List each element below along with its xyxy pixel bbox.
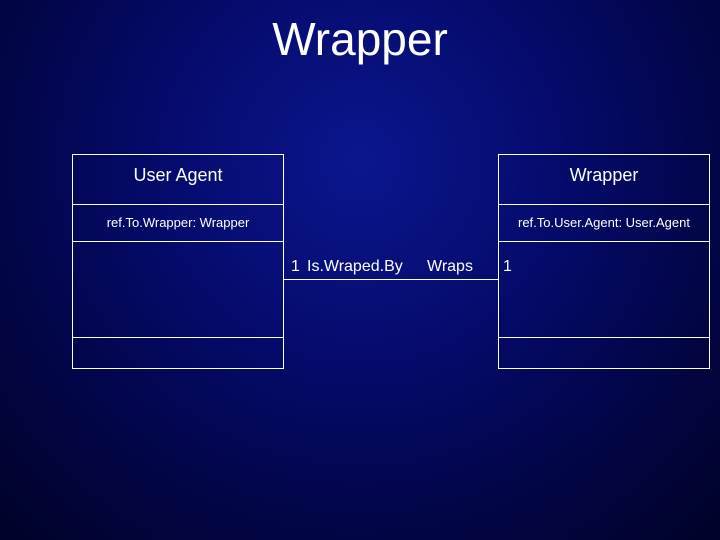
uml-class-compartment xyxy=(73,242,283,338)
slide-title: Wrapper xyxy=(0,12,720,66)
association-left-role: Is.Wraped.By xyxy=(307,258,403,276)
uml-class-wrapper: Wrapper ref.To.User.Agent: User.Agent xyxy=(498,154,710,369)
association-right-multiplicity: 1 xyxy=(503,258,512,276)
association-right-role: Wraps xyxy=(427,258,473,276)
uml-class-compartment xyxy=(499,338,709,368)
uml-class-compartment xyxy=(499,242,709,338)
uml-class-attribute: ref.To.Wrapper: Wrapper xyxy=(73,205,283,242)
uml-class-name: User Agent xyxy=(73,155,283,205)
association-left-multiplicity: 1 xyxy=(291,258,300,276)
association-line xyxy=(283,279,498,280)
slide-stage: Wrapper User Agent ref.To.Wrapper: Wrapp… xyxy=(0,0,720,540)
uml-class-attribute: ref.To.User.Agent: User.Agent xyxy=(499,205,709,242)
uml-class-user-agent: User Agent ref.To.Wrapper: Wrapper xyxy=(72,154,284,369)
uml-class-name: Wrapper xyxy=(499,155,709,205)
uml-class-compartment xyxy=(73,338,283,368)
